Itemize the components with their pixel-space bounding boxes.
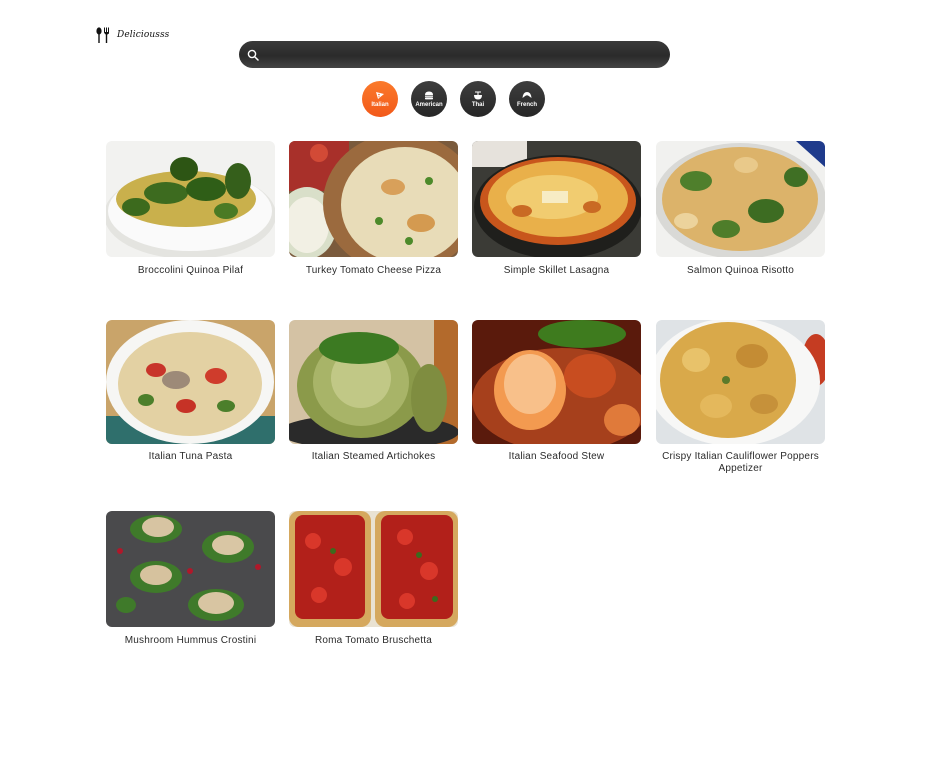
- category-label: French: [516, 101, 537, 108]
- recipe-title: Italian Seafood Stew: [508, 451, 605, 462]
- recipe-title: Crispy Italian Cauliflower Poppers Appet…: [662, 451, 819, 474]
- recipe-image: [656, 141, 825, 257]
- recipe-title: Simple Skillet Lasagna: [503, 265, 610, 276]
- recipe-image: [289, 141, 458, 257]
- burger-icon: [425, 91, 433, 99]
- recipe-title: Mushroom Hummus Crostini: [124, 635, 257, 646]
- recipe-image: [106, 141, 275, 257]
- search-input[interactable]: [259, 41, 670, 68]
- recipe-card[interactable]: Roma Tomato Bruschetta: [289, 511, 458, 647]
- recipe-title: Italian Steamed Artichokes: [311, 451, 436, 462]
- recipe-card[interactable]: Salmon Quinoa Risotto: [656, 141, 825, 277]
- category-label: American: [415, 101, 443, 108]
- pizza-icon: [376, 91, 384, 99]
- category-american[interactable]: American: [411, 81, 447, 117]
- brand-name: Deliciousss: [117, 30, 170, 40]
- category-bar: Italian American Thai French: [362, 81, 545, 117]
- search-bar[interactable]: [239, 41, 670, 68]
- recipe-image: [472, 320, 641, 444]
- recipe-card[interactable]: Mushroom Hummus Crostini: [106, 511, 275, 647]
- recipe-title: Broccolini Quinoa Pilaf: [137, 265, 244, 276]
- recipe-image: [656, 320, 825, 444]
- croissant-icon: [522, 91, 532, 98]
- recipe-image: [106, 511, 275, 627]
- category-french[interactable]: French: [509, 81, 545, 117]
- category-label: Thai: [471, 101, 485, 108]
- search-icon: [247, 49, 259, 61]
- recipe-card[interactable]: Turkey Tomato Cheese Pizza: [289, 141, 458, 277]
- recipe-image: [289, 511, 458, 627]
- recipe-card[interactable]: Italian Seafood Stew: [472, 320, 641, 463]
- recipe-card[interactable]: Italian Steamed Artichokes: [289, 320, 458, 463]
- recipe-title: Salmon Quinoa Risotto: [686, 265, 795, 276]
- category-italian[interactable]: Italian: [362, 81, 398, 117]
- recipe-title: Italian Tuna Pasta: [148, 451, 233, 462]
- category-thai[interactable]: Thai: [460, 81, 496, 117]
- brand-logo[interactable]: Deliciousss: [95, 27, 169, 43]
- recipe-image: [106, 320, 275, 444]
- recipe-card[interactable]: Italian Tuna Pasta: [106, 320, 275, 463]
- recipe-title: Turkey Tomato Cheese Pizza: [305, 265, 442, 276]
- fork-spoon-icon: [96, 27, 109, 43]
- noodle-bowl-icon: [474, 91, 482, 99]
- category-label: Italian: [371, 101, 389, 108]
- recipe-image: [289, 320, 458, 444]
- recipe-card[interactable]: Simple Skillet Lasagna: [472, 141, 641, 277]
- recipe-card[interactable]: Broccolini Quinoa Pilaf: [106, 141, 275, 277]
- recipe-title: Roma Tomato Bruschetta: [314, 635, 433, 646]
- recipe-card[interactable]: Crispy Italian Cauliflower Poppers Appet…: [656, 320, 825, 475]
- recipe-image: [472, 141, 641, 257]
